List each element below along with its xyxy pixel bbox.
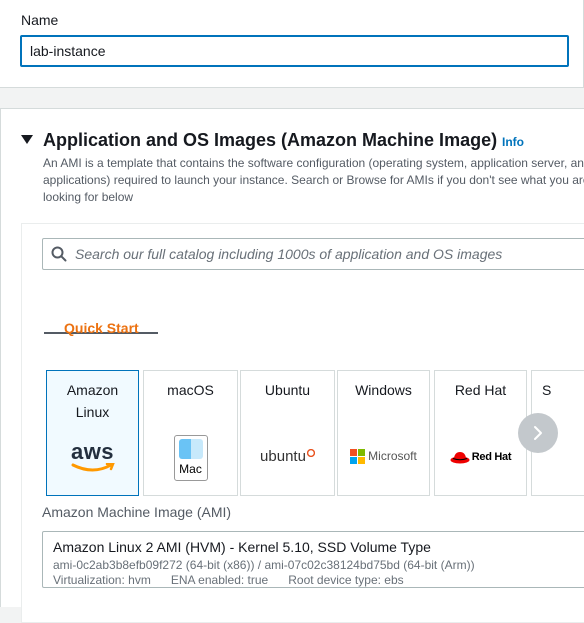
os-card-macos[interactable]: macOS Mac <box>143 370 238 496</box>
name-input[interactable] <box>20 35 569 67</box>
info-link[interactable]: Info <box>502 135 524 149</box>
os-card-label: Ubuntu <box>264 382 311 398</box>
ubuntu-logo-icon: ubuntu <box>241 445 334 467</box>
os-card-red-hat[interactable]: Red Hat Red Hat <box>434 370 527 496</box>
ami-search-box[interactable] <box>42 238 584 270</box>
redhat-logo-icon: Red Hat <box>435 447 526 467</box>
ami-panel: Application and OS Images (Amazon Machin… <box>0 108 584 623</box>
name-label: Name <box>21 12 59 28</box>
ami-selected-ids: ami-0c2ab3b8efb09f272 (64-bit (x86)) / a… <box>53 558 475 572</box>
chevron-right-icon <box>534 426 542 440</box>
section-title: Application and OS Images (Amazon Machin… <box>43 130 498 150</box>
os-card-label: macOS <box>167 382 214 398</box>
os-card-label: Windows <box>355 382 412 398</box>
tab-quick-start[interactable]: Quick Start <box>44 304 158 336</box>
os-card-label: S <box>542 382 552 398</box>
section-description: An AMI is a template that contains the s… <box>43 156 584 204</box>
aws-logo-icon: aws <box>47 437 138 477</box>
search-icon <box>51 246 67 262</box>
ami-search-input[interactable] <box>75 239 584 269</box>
name-panel: Name <box>0 0 584 88</box>
os-card-label: Amazon Linux <box>66 382 119 420</box>
os-card-label: Red Hat <box>454 382 507 398</box>
carousel-next-button[interactable] <box>518 413 558 453</box>
os-card-ubuntu[interactable]: Ubuntu ubuntu <box>240 370 335 496</box>
os-card-windows[interactable]: Windows Microsoft <box>337 370 430 496</box>
ami-selected-meta: Virtualization: hvm ENA enabled: true Ro… <box>53 573 404 587</box>
ami-field-label: Amazon Machine Image (AMI) <box>42 504 232 520</box>
ami-select[interactable]: Amazon Linux 2 AMI (HVM) - Kernel 5.10, … <box>42 531 584 588</box>
tab-quick-start-label: Quick Start <box>64 320 139 336</box>
collapse-caret-icon[interactable] <box>21 135 33 144</box>
ami-selected-title: Amazon Linux 2 AMI (HVM) - Kernel 5.10, … <box>53 539 431 555</box>
os-card-amazon-linux[interactable]: Amazon Linux aws <box>46 370 139 496</box>
microsoft-logo-icon: Microsoft <box>338 447 429 465</box>
mac-finder-icon: Mac <box>144 434 237 482</box>
